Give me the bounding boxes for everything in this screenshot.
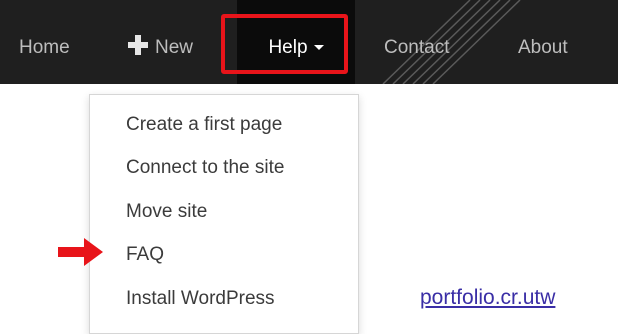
red-arrow-icon xyxy=(58,238,103,266)
help-dropdown-menu: Create a first page Connect to the site … xyxy=(89,94,359,334)
menu-item-faq[interactable]: FAQ xyxy=(126,244,164,266)
menu-item-label: Create a first page xyxy=(126,114,283,135)
menu-item-install-wordpress[interactable]: Install WordPress xyxy=(126,288,275,310)
nav-contact[interactable]: Contact xyxy=(384,0,449,84)
nav-help-label: Help xyxy=(268,37,308,58)
nav-home[interactable]: Home xyxy=(19,0,70,84)
top-navbar: Home New Help Contact About xyxy=(0,0,618,84)
nav-about-label: About xyxy=(518,37,568,58)
menu-item-label: Connect to the site xyxy=(126,157,285,178)
nav-new-label: New xyxy=(155,37,194,58)
menu-item-label: Move site xyxy=(126,201,208,222)
menu-item-label: FAQ xyxy=(126,244,165,265)
nav-about[interactable]: About xyxy=(518,0,568,84)
menu-item-create-first-page[interactable]: Create a first page xyxy=(126,114,282,136)
nav-new[interactable]: New xyxy=(127,0,193,84)
caret-down-icon xyxy=(313,45,324,50)
plus-icon xyxy=(128,35,148,55)
menu-item-connect-to-site[interactable]: Connect to the site xyxy=(126,157,284,179)
menu-item-move-site[interactable]: Move site xyxy=(126,201,207,223)
menu-item-label: Install WordPress xyxy=(126,288,275,309)
nav-contact-label: Contact xyxy=(384,37,450,58)
nav-home-label: Home xyxy=(19,37,70,58)
nav-help[interactable]: Help xyxy=(237,0,355,84)
portfolio-link[interactable]: portfolio.cr.utw xyxy=(420,286,555,310)
